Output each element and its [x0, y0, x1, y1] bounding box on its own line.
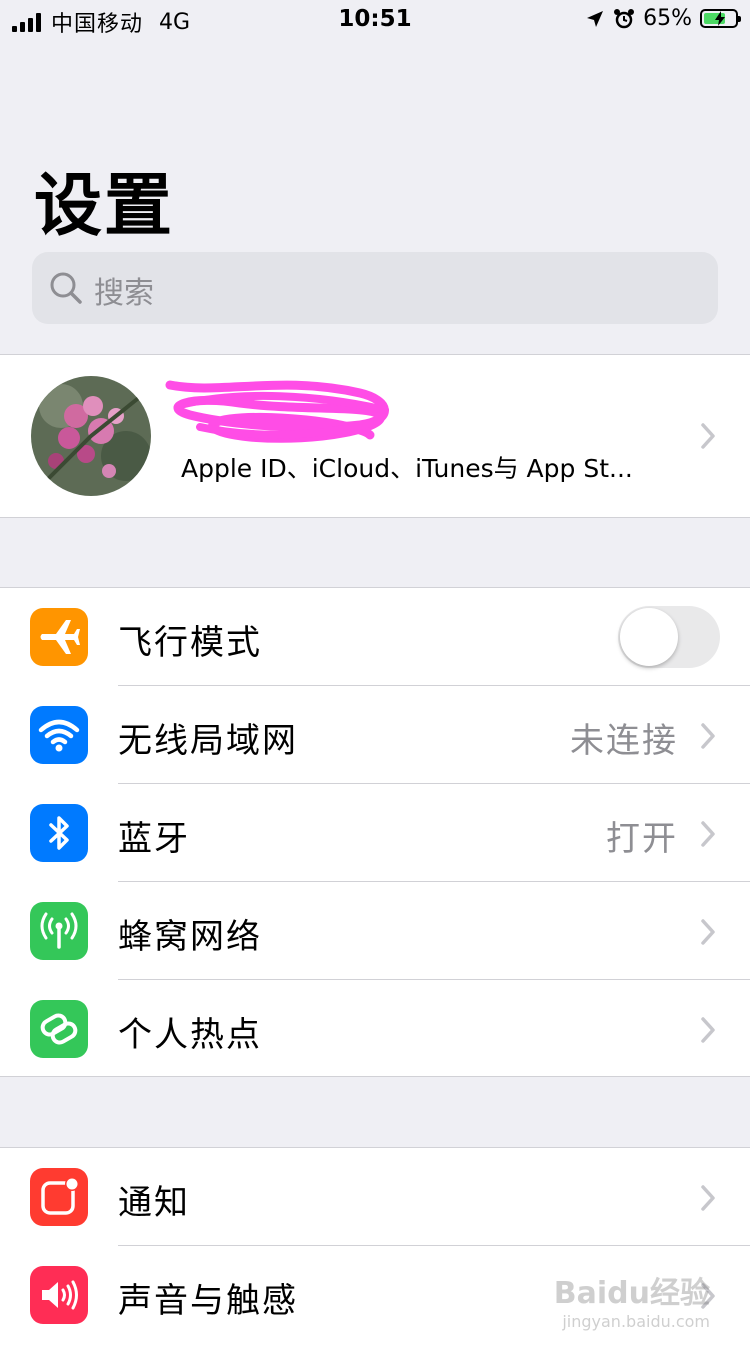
airplane-icon [30, 608, 88, 666]
wifi-status-value: 未连接 [570, 721, 678, 761]
chevron-right-icon [701, 1017, 715, 1043]
row-label: 蓝牙 [118, 819, 190, 859]
page-title: 设置 [34, 167, 175, 246]
connectivity-section: 飞行模式 无线局域网 未连接 蓝牙 打开 蜂窝网络 个人热点 [0, 587, 750, 1077]
settings-row-airplane-mode[interactable]: 飞行模式 [0, 588, 750, 686]
notifications-icon [30, 1168, 88, 1226]
row-label: 个人热点 [118, 1015, 262, 1055]
settings-row-wifi[interactable]: 无线局域网 未连接 [0, 686, 750, 784]
search-icon [50, 272, 82, 304]
row-label: 无线局域网 [118, 721, 298, 761]
row-label: 通知 [118, 1183, 190, 1223]
settings-row-notifications[interactable]: 通知 [0, 1148, 750, 1246]
search-input[interactable]: 搜索 [32, 252, 718, 324]
battery-charging-icon [700, 9, 741, 28]
apple-id-profile-row[interactable]: Apple ID、iCloud、iTunes与 App St... [0, 354, 750, 518]
airplane-mode-toggle[interactable] [618, 606, 720, 668]
settings-row-cellular[interactable]: 蜂窝网络 [0, 882, 750, 980]
hotspot-link-icon [30, 1000, 88, 1058]
alarm-clock-icon [614, 8, 635, 28]
battery-percentage: 65% [643, 6, 692, 31]
search-placeholder: 搜索 [94, 276, 154, 311]
chevron-right-icon [701, 919, 715, 945]
location-arrow-icon [587, 10, 604, 27]
avatar [31, 376, 151, 496]
row-label: 声音与触感 [118, 1281, 298, 1321]
settings-row-bluetooth[interactable]: 蓝牙 打开 [0, 784, 750, 882]
bluetooth-icon [30, 804, 88, 862]
settings-row-personal-hotspot[interactable]: 个人热点 [0, 980, 750, 1078]
profile-subtitle: Apple ID、iCloud、iTunes与 App St... [181, 454, 633, 483]
speaker-icon [30, 1266, 88, 1324]
watermark-url: jingyan.baidu.com [562, 1312, 710, 1331]
chevron-right-icon [701, 821, 715, 847]
row-label: 飞行模式 [118, 623, 262, 663]
chevron-right-icon [701, 423, 715, 449]
status-bar: 中国移动 4G 10:51 65% [0, 0, 750, 40]
chevron-right-icon [701, 723, 715, 749]
bluetooth-status-value: 打开 [606, 819, 678, 859]
chevron-right-icon [701, 1185, 715, 1211]
cellular-antenna-icon [30, 902, 88, 960]
watermark-brand: Baidu经验 [553, 1276, 710, 1311]
wifi-icon [30, 706, 88, 764]
baidu-watermark: Baidu经验 jingyan.baidu.com [554, 1268, 710, 1331]
row-label: 蜂窝网络 [118, 917, 262, 957]
redaction-scribble [165, 380, 389, 443]
